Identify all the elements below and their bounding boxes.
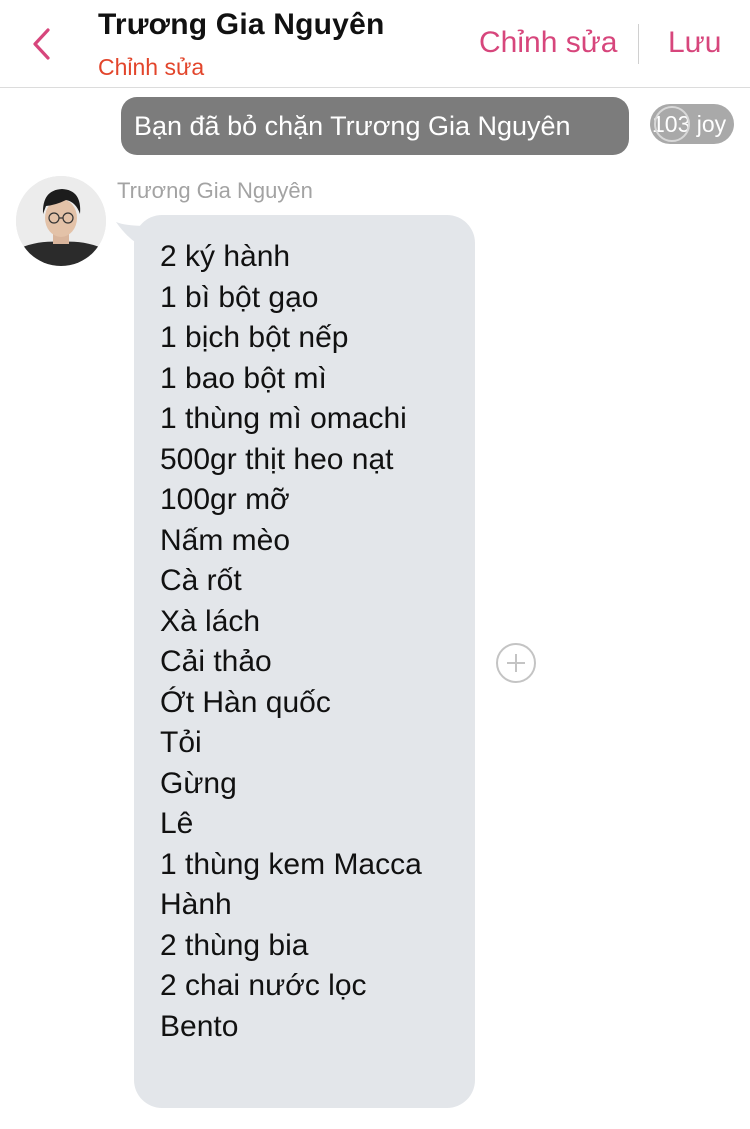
list-item: 1 bịch bột nếp <box>160 321 349 354</box>
list-item: Cà rốt <box>160 564 242 597</box>
list-item: 100gr mỡ <box>160 483 290 516</box>
avatar-photo-icon <box>16 176 106 266</box>
list-item: 1 bì bột gạo <box>160 280 319 314</box>
chevron-left-icon <box>33 28 50 60</box>
list-item: Xà lách <box>160 604 261 638</box>
edit-button[interactable]: Chỉnh sửa <box>479 26 618 60</box>
shopping-list: 2 ký hành 1 bì bột gạo 1 bịch bột nếp 1 … <box>160 237 475 1047</box>
list-item: 2 thùng bia <box>160 928 309 962</box>
contact-subtitle-link[interactable]: Chỉnh sửa <box>98 54 204 81</box>
list-item: Bento <box>160 1009 239 1043</box>
list-item: Gừng <box>160 766 237 800</box>
joy-ring-icon <box>654 106 690 142</box>
list-item: 2 chai nước lọc <box>160 969 367 1002</box>
back-button[interactable] <box>26 24 62 64</box>
contact-name: Trương Gia Nguyên <box>98 8 385 41</box>
add-reaction-button[interactable] <box>495 642 537 684</box>
save-button[interactable]: Lưu <box>668 26 721 60</box>
unblock-notice: Bạn đã bỏ chặn Trương Gia Nguyên <box>121 97 629 155</box>
list-item: Nấm mèo <box>160 523 291 557</box>
list-item: Hành <box>160 888 232 921</box>
list-item: Lê <box>160 807 194 840</box>
list-item: 1 thùng kem Macca <box>160 847 422 881</box>
sender-name: Trương Gia Nguyên <box>117 178 313 203</box>
add-reaction-icon <box>496 643 536 683</box>
avatar[interactable] <box>16 176 106 266</box>
chat-header: Trương Gia Nguyên Chỉnh sửa Chỉnh sửa Lư… <box>0 0 750 88</box>
list-item: 1 thùng mì omachi <box>160 402 407 435</box>
list-item: 500gr thịt heo nạt <box>160 442 394 476</box>
list-item: 2 ký hành <box>160 240 291 273</box>
header-divider <box>638 24 639 64</box>
list-item: 1 bao bột mì <box>160 361 327 395</box>
list-item: Cải thảo <box>160 645 272 678</box>
list-item: Ớt Hàn quốc <box>160 685 331 719</box>
message-bubble[interactable]: 2 ký hành 1 bì bột gạo 1 bịch bột nếp 1 … <box>134 215 475 1108</box>
list-item: Tỏi <box>160 726 202 759</box>
